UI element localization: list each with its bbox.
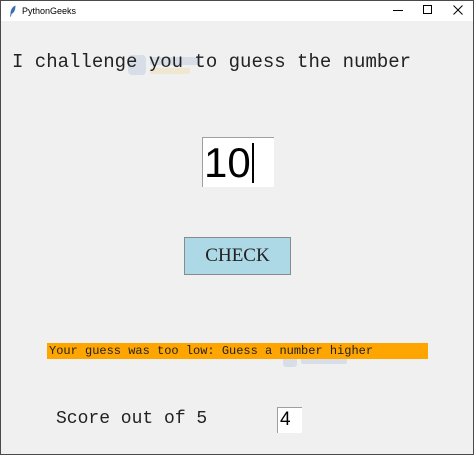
close-button[interactable] [443,1,473,21]
maximize-button[interactable] [413,1,443,21]
close-icon [453,2,463,20]
minimize-icon [393,2,403,20]
guess-input[interactable]: 10 [202,137,274,187]
app-window: PythonGeeks I challenge you to guess the… [0,0,474,455]
title-bar[interactable]: PythonGeeks [1,1,473,21]
minimize-button[interactable] [383,1,413,21]
status-message: Your guess was too low: Guess a number h… [47,343,428,359]
window-controls [383,1,473,21]
feather-icon [8,5,18,17]
guess-input-value: 10 [204,138,251,186]
check-button[interactable]: CHECK [184,237,291,275]
score-label: Score out of 5 [56,409,208,429]
game-area: I challenge you to guess the number 10 C… [1,21,473,454]
maximize-icon [423,2,433,20]
text-cursor [251,142,254,183]
score-field[interactable]: 4 [277,407,302,433]
window-title: PythonGeeks [22,6,77,16]
challenge-heading: I challenge you to guess the number [12,51,412,73]
